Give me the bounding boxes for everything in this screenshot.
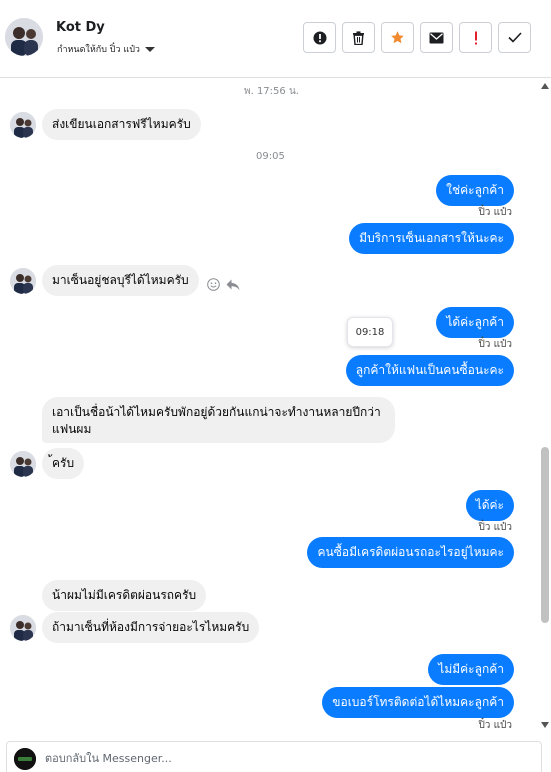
message-bubble-outgoing[interactable]: มีบริการเซ็นเอกสารให้นะคะ: [349, 223, 514, 254]
assign-dropdown[interactable]: กำหนดให้กับ ปิ๋ว แป๋ว: [57, 42, 155, 56]
message-bubble-incoming[interactable]: ถ้ามาเซ็นที่ห้องมีการจ่ายอะไรไหมครับ: [42, 612, 260, 643]
message-bubble-outgoing[interactable]: ลูกค้าให้แฟนเป็นคนซื้อนะคะ: [345, 355, 514, 386]
mail-icon: [429, 32, 444, 43]
sender-avatar: [10, 268, 36, 294]
emoji-react-icon[interactable]: [207, 278, 220, 291]
conversation-header: Kot Dy กำหนดให้กับ ปิ๋ว แป๋ว: [0, 0, 551, 78]
timestamp-separator: พ. 17:56 น.: [244, 86, 299, 97]
scroll-up-arrow-icon[interactable]: [541, 83, 549, 89]
star-button[interactable]: [381, 22, 414, 53]
scroll-down-arrow-icon[interactable]: [541, 722, 549, 728]
message-bubble-incoming[interactable]: มาเซ็นอยู่ชลบุรีได้ไหมครับ: [42, 265, 199, 296]
message-bubble-outgoing[interactable]: ไม่มีค่ะลูกค้า: [428, 654, 514, 685]
message-bubble-incoming[interactable]: ้ครับ: [42, 448, 85, 479]
timestamp-tooltip: 09:18: [347, 317, 393, 347]
scrollbar-thumb[interactable]: [541, 447, 549, 623]
contact-name[interactable]: Kot Dy: [56, 20, 105, 35]
header-actions: [303, 22, 531, 53]
mark-done-button[interactable]: [498, 22, 531, 53]
message-bubble-outgoing[interactable]: ได้ค่ะ: [465, 490, 514, 521]
page-avatar: [14, 748, 36, 770]
mark-spam-button[interactable]: [303, 22, 336, 53]
spam-icon: [313, 31, 326, 44]
scrollbar[interactable]: [540, 79, 549, 736]
message-list[interactable]: พ. 17:56 น. ส่งเขียนเอกสารฟรีไหมครับ 09:…: [0, 79, 551, 736]
mark-unread-button[interactable]: [420, 22, 453, 53]
seen-by-label: ปิ๋ว แป๋ว: [478, 720, 512, 731]
exclamation-icon: [474, 31, 477, 44]
sender-avatar: [10, 112, 36, 138]
seen-by-label: ปิ๋ว แป๋ว: [478, 339, 512, 350]
flag-button[interactable]: [459, 22, 492, 53]
message-line: เอาเป็นชื่อน้าได้ไหมครับพักอยู่ด้วยกันแก…: [52, 405, 381, 419]
message-bubble-outgoing[interactable]: ใช่ค่ะลูกค้า: [436, 175, 514, 206]
seen-by-label: ปิ๋ว แป๋ว: [478, 522, 512, 533]
reply-icon[interactable]: [226, 279, 240, 291]
star-icon: [391, 31, 404, 44]
message-bubble-incoming[interactable]: ส่งเขียนเอกสารฟรีไหมครับ: [42, 109, 201, 140]
trash-icon: [353, 30, 364, 45]
message-bubble-outgoing[interactable]: ขอเบอร์โทรติดต่อได้ไหมคะลูกค้า: [322, 687, 514, 718]
message-line: แฟนผม: [52, 422, 92, 436]
message-bubble-incoming[interactable]: เอาเป็นชื่อน้าได้ไหมครับพักอยู่ด้วยกันแก…: [42, 397, 395, 443]
message-actions: [207, 278, 240, 291]
contact-avatar[interactable]: [5, 18, 43, 56]
message-bubble-outgoing[interactable]: คนซื้อมีเครดิตผ่อนรถอะไรอยู่ไหมคะ: [307, 537, 514, 568]
sender-avatar: [10, 451, 36, 477]
timestamp-separator: 09:05: [256, 151, 285, 162]
reply-composer: [6, 741, 542, 772]
seen-by-label: ปิ๋ว แป๋ว: [478, 207, 512, 218]
assign-label: กำหนดให้กับ ปิ๋ว แป๋ว: [57, 45, 140, 55]
check-icon: [507, 32, 522, 43]
delete-button[interactable]: [342, 22, 375, 53]
reply-input[interactable]: [45, 749, 525, 767]
message-bubble-outgoing[interactable]: ได้ค่ะลูกค้า: [436, 307, 514, 338]
caret-down-icon: [144, 46, 155, 52]
message-bubble-incoming[interactable]: น้าผมไม่มีเครดิตผ่อนรถครับ: [42, 580, 207, 611]
sender-avatar: [10, 615, 36, 641]
